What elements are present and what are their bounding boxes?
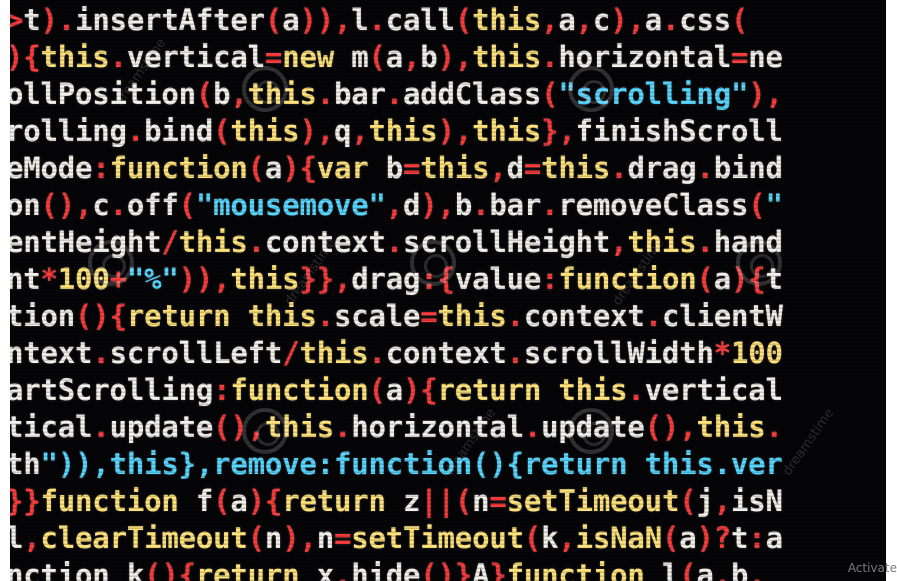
watermark-logo-icon: [568, 66, 614, 112]
watermark-logo-icon: [568, 408, 614, 454]
watermark-logo-icon: [88, 240, 134, 286]
code-line: tion(){return this.scale=this.context.cl…: [10, 299, 783, 333]
code-line: nction k(){return x.hide()}A}function l(…: [10, 558, 766, 581]
code-line: tical.update(),this.horizontal.update(),…: [10, 410, 783, 444]
code-line: eMode:function(a){var b=this,d=this.drag…: [10, 151, 783, 185]
activate-windows-notice: Activate: [847, 561, 897, 575]
code-photo: >t).insertAfter(a)),l.call(this,a,c),a.c…: [10, 0, 886, 581]
watermark-logo-icon: [242, 66, 288, 112]
screenshot-frame: >t).insertAfter(a)),l.call(this,a,c),a.c…: [0, 0, 897, 581]
code-line: artScrolling:function(a){return this.ver…: [10, 373, 783, 407]
code-line: }}function f(a){return z||(n=setTimeout(…: [10, 484, 783, 518]
code-line: th")),this},remove:function(){return thi…: [10, 447, 783, 481]
code-line: on(),c.off("mousemove",d),b.bar.removeCl…: [10, 188, 783, 222]
watermark-logo-icon: [736, 240, 782, 286]
code-line: l,clearTimeout(n),n=setTimeout(k,isNaN(a…: [10, 521, 783, 555]
watermark-logo-icon: [410, 240, 456, 286]
code-line: ){this.vertical=new m(a,b),this.horizont…: [10, 40, 783, 74]
code-line: ntext.scrollLeft/this.context.scrollWidt…: [10, 336, 783, 370]
code-line: >t).insertAfter(a)),l.call(this,a,c),a.c…: [10, 3, 749, 37]
code-line: rolling.bind(this),q,this),this},finishS…: [10, 114, 783, 148]
watermark-text: dreamstime: [780, 406, 838, 479]
watermark-logo-icon: [242, 408, 288, 454]
